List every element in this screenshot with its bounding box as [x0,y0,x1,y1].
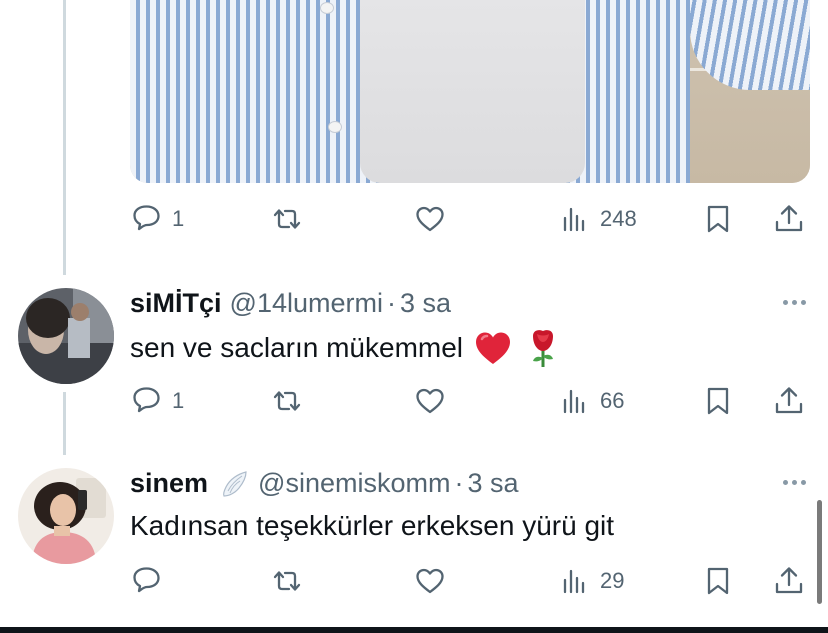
avatar-photo [18,468,114,564]
like-button[interactable] [413,381,447,421]
bar-chart-icon [563,207,585,232]
timestamp[interactable]: 3 sa [400,288,451,319]
timestamp[interactable]: 3 sa [467,468,518,499]
tweet-action-bar: 1 248 [130,199,810,239]
thread-line-top [63,0,66,275]
heart-icon [416,206,444,232]
retweet-button[interactable] [270,561,304,601]
share-button[interactable] [772,561,806,601]
retweet-icon [273,571,301,591]
user-handle[interactable]: @14lumermi [230,288,383,319]
retweet-button[interactable] [270,381,304,421]
reply-count: 1 [172,388,185,413]
retweet-icon [273,209,301,229]
retweet-button[interactable] [270,199,304,239]
red-heart-icon [476,332,511,364]
avatar[interactable] [18,468,114,564]
like-button[interactable] [413,199,447,239]
speech-bubble-icon [133,567,160,593]
bar-chart-icon [563,389,585,414]
avatar-photo [18,288,114,384]
reply-text: Kadınsan teşekkürler erkeksen yürü git [130,510,614,542]
reply-text-content: Kadınsan teşekkürler erkeksen yürü git [130,510,615,541]
views-button[interactable]: 29 [558,561,624,601]
retweet-icon [273,391,301,411]
reply-count: 1 [172,206,185,231]
more-horizontal-icon [783,480,788,485]
bookmark-icon [707,387,729,415]
reply-action-bar: 29 [130,561,810,601]
reply-action-bar: 1 66 [130,381,810,421]
wing-icon [223,470,247,497]
reply-tweet[interactable]: siMİTçi @14lumermi · 3 sa sen ve sacları… [0,286,828,426]
heart-icon [416,568,444,594]
views-count: 29 [600,568,625,593]
separator-dot: · [454,468,464,498]
display-name[interactable]: sinem [130,468,208,499]
reply-header: sinem @sinemiskomm · 3 sa [130,468,519,499]
user-handle[interactable]: @sinemiskomm [258,468,450,499]
bookmark-icon [707,205,729,233]
bottom-edge-bar [0,627,828,633]
reply-text-content: sen ve sacların mükemmel [130,332,464,363]
shirt-button [328,121,342,133]
reply-header: siMİTçi @14lumermi · 3 sa [130,288,451,319]
bookmark-icon [707,567,729,595]
bookmark-button[interactable] [701,381,735,421]
display-name[interactable]: siMİTçi [130,288,222,319]
reply-text: sen ve sacların mükemmel [130,328,563,368]
tweet-media-image[interactable] [130,0,810,183]
views-button[interactable]: 248 [558,199,637,239]
reply-button[interactable] [130,561,164,601]
more-horizontal-icon [783,300,788,305]
reply-tweet[interactable]: sinem @sinemiskomm · 3 sa Kadınsan teşek… [0,466,828,616]
reply-button[interactable]: 1 [130,199,184,239]
share-upload-icon [775,567,803,594]
share-upload-icon [775,387,803,414]
speech-bubble-icon [133,387,160,413]
views-count: 66 [600,388,625,413]
shirt-button [320,2,334,14]
share-upload-icon [775,205,803,232]
bookmark-button[interactable] [701,199,735,239]
bar-chart-icon [563,569,585,594]
share-button[interactable] [772,381,806,421]
reply-button[interactable]: 1 [130,381,184,421]
rose-icon [533,330,554,367]
more-options-button[interactable] [783,300,806,305]
bookmark-button[interactable] [701,561,735,601]
heart-icon [416,388,444,414]
share-button[interactable] [772,199,806,239]
avatar[interactable] [18,288,114,384]
views-count: 248 [600,206,637,231]
more-options-button[interactable] [783,480,806,485]
views-button[interactable]: 66 [558,381,624,421]
separator-dot: · [386,288,396,318]
scrollbar[interactable] [817,500,822,604]
speech-bubble-icon [133,205,160,231]
like-button[interactable] [413,561,447,601]
